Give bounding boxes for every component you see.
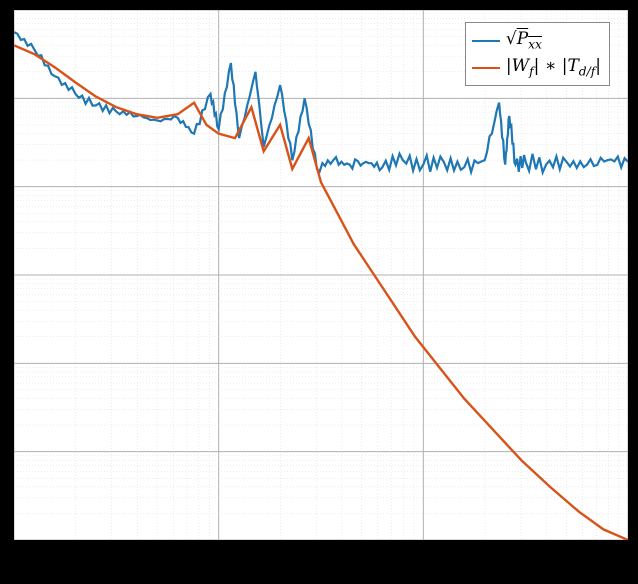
plot-area: √Pxx |Wf| ∗ |Td/f| — [12, 8, 630, 542]
legend: √Pxx |Wf| ∗ |Td/f| — [465, 22, 610, 86]
legend-swatch-orange — [472, 67, 500, 69]
series-Wf-Tdf — [14, 45, 628, 540]
legend-row-1: √Pxx — [472, 27, 601, 54]
legend-swatch-blue — [472, 40, 500, 42]
legend-label-1: √Pxx — [506, 27, 542, 54]
plot-svg — [14, 10, 628, 540]
legend-row-2: |Wf| ∗ |Td/f| — [472, 54, 601, 81]
legend-label-2: |Wf| ∗ |Td/f| — [506, 54, 601, 81]
